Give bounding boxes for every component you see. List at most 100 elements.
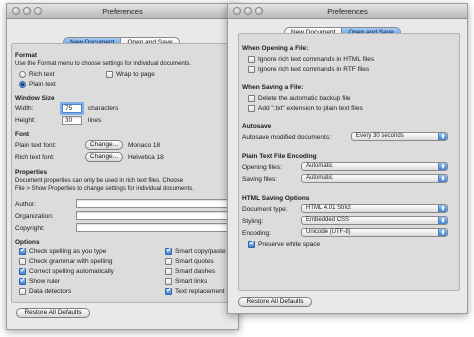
smart-copy-paste-checkbox[interactable] [165, 246, 172, 255]
saving-heading: When Saving a File: [242, 84, 304, 91]
width-label: Width: [15, 105, 34, 112]
chevron-updown-icon: ▲ ▼ [438, 132, 447, 141]
properties-description-1: Document properties can only be used in … [15, 178, 184, 184]
delete-backup-label: Delete the automatic backup file [258, 95, 351, 102]
restore-defaults-button[interactable]: Restore All Defaults [238, 297, 312, 307]
height-unit: lines [88, 117, 102, 124]
ignore-rtf-checkbox[interactable] [248, 66, 255, 73]
add-txt-extension-label: Add ".txt" extension to plain text files [258, 105, 363, 112]
plain-font-value: Monaco 18 [128, 142, 161, 149]
width-field[interactable]: 75 [62, 104, 82, 113]
minimize-window-icon[interactable] [244, 7, 252, 15]
html-encoding-label: Encoding: [242, 230, 271, 237]
rich-text-radio[interactable] [19, 71, 26, 78]
wrap-to-page-checkbox[interactable] [106, 71, 113, 78]
saving-files-label: Saving files: [242, 176, 278, 183]
styling-popup[interactable]: Embedded CSS ▲ ▼ [301, 216, 448, 225]
font-heading: Font [15, 131, 30, 138]
text-replacement-checkbox[interactable] [165, 286, 172, 295]
rich-text-label: Rich text [29, 71, 55, 78]
plain-font-label: Plain text font: [15, 142, 57, 149]
author-label: Author: [15, 201, 36, 208]
options-heading: Options [15, 239, 40, 246]
rich-font-label: Rich text font: [15, 154, 55, 161]
minimize-window-icon[interactable] [23, 7, 31, 15]
saving-encoding-value: Automatic [306, 175, 333, 181]
zoom-window-icon[interactable] [255, 7, 263, 15]
smart-quotes-label: Smart quotes [175, 258, 214, 265]
document-type-popup[interactable]: HTML 4.01 Strict ▲ ▼ [301, 204, 448, 213]
correct-spelling-label: Correct spelling automatically [29, 268, 114, 275]
chevron-updown-icon: ▲ ▼ [438, 162, 447, 171]
delete-backup-checkbox[interactable] [248, 95, 255, 102]
smart-quotes-checkbox[interactable] [165, 258, 172, 265]
smart-copy-paste-label: Smart copy/paste [175, 248, 226, 255]
preserve-white-space-checkbox[interactable] [248, 239, 255, 248]
preserve-white-space-label: Preserve white space [258, 241, 321, 248]
check-spelling-checkbox[interactable] [19, 246, 26, 255]
encoding-heading: Plain Text File Encoding [242, 153, 317, 160]
document-type-label: Document type: [242, 206, 288, 213]
check-grammar-checkbox[interactable] [19, 258, 26, 265]
organization-field[interactable] [76, 211, 231, 220]
chevron-updown-icon: ▲ ▼ [438, 174, 447, 183]
close-window-icon[interactable] [12, 7, 20, 15]
preferences-window-back: Preferences New Document Open and Save F… [6, 3, 239, 330]
close-window-icon[interactable] [233, 7, 241, 15]
opening-encoding-popup[interactable]: Automatic ▲ ▼ [301, 162, 448, 171]
autosave-label: Autosave modified documents: [242, 134, 331, 141]
preferences-window-front: Preferences New Document Open and Save W… [227, 3, 468, 314]
check-grammar-label: Check grammar with spelling [29, 258, 113, 265]
change-plain-font-button[interactable]: Change... [85, 140, 123, 150]
data-detectors-label: Data detectors [29, 288, 72, 295]
properties-description-2: File > Show Properties to change setting… [15, 186, 194, 192]
format-description: Use the Format menu to choose settings f… [15, 61, 192, 67]
correct-spelling-checkbox[interactable] [19, 266, 26, 275]
styling-label: Styling: [242, 218, 264, 225]
chevron-updown-icon: ▲ ▼ [438, 204, 447, 213]
smart-links-checkbox[interactable] [165, 278, 172, 285]
window-title: Preferences [228, 4, 467, 19]
chevron-updown-icon: ▲ ▼ [438, 228, 447, 237]
html-encoding-popup[interactable]: Unicode (UTF-8) ▲ ▼ [301, 228, 448, 237]
check-spelling-label: Check spelling as you type [29, 248, 107, 255]
wrap-to-page-label: Wrap to page [116, 71, 155, 78]
show-ruler-checkbox[interactable] [19, 276, 26, 285]
change-rich-font-button[interactable]: Change... [85, 152, 123, 162]
styling-value: Embedded CSS [306, 217, 350, 223]
ignore-html-label: Ignore rich text commands in HTML files [258, 56, 375, 63]
restore-defaults-button[interactable]: Restore All Defaults [16, 308, 90, 318]
tab-panel: Format Use the Format menu to choose set… [11, 43, 235, 303]
ignore-html-checkbox[interactable] [248, 56, 255, 63]
text-replacement-label: Text replacement [175, 288, 225, 295]
autosave-value: Every 30 seconds [356, 133, 404, 139]
html-encoding-value: Unicode (UTF-8) [306, 229, 351, 235]
opening-files-label: Opening files: [242, 164, 282, 171]
ignore-rtf-label: Ignore rich text commands in RTF files [258, 66, 370, 73]
smart-dashes-label: Smart dashes [175, 268, 216, 275]
document-type-value: HTML 4.01 Strict [306, 205, 351, 211]
organization-label: Organization: [15, 213, 54, 220]
zoom-window-icon[interactable] [34, 7, 42, 15]
copyright-field[interactable] [76, 223, 231, 232]
format-heading: Format [15, 52, 38, 59]
plain-text-radio[interactable] [19, 81, 26, 88]
height-field[interactable]: 30 [62, 116, 82, 125]
width-unit: characters [88, 105, 119, 112]
rich-font-value: Helvetica 18 [128, 154, 164, 161]
saving-encoding-popup[interactable]: Automatic ▲ ▼ [301, 174, 448, 183]
opening-heading: When Opening a File: [242, 45, 309, 52]
height-label: Height: [15, 117, 36, 124]
chevron-updown-icon: ▲ ▼ [438, 216, 447, 225]
html-options-heading: HTML Saving Options [242, 195, 310, 202]
autosave-heading: Autosave [242, 123, 272, 130]
window-size-heading: Window Size [15, 95, 55, 102]
author-field[interactable] [76, 199, 231, 208]
properties-heading: Properties [15, 169, 48, 176]
smart-dashes-checkbox[interactable] [165, 268, 172, 275]
data-detectors-checkbox[interactable] [19, 288, 26, 295]
autosave-popup[interactable]: Every 30 seconds ▲ ▼ [351, 132, 448, 141]
add-txt-extension-checkbox[interactable] [248, 105, 255, 112]
copyright-label: Copyright: [15, 225, 45, 232]
opening-encoding-value: Automatic [306, 163, 333, 169]
